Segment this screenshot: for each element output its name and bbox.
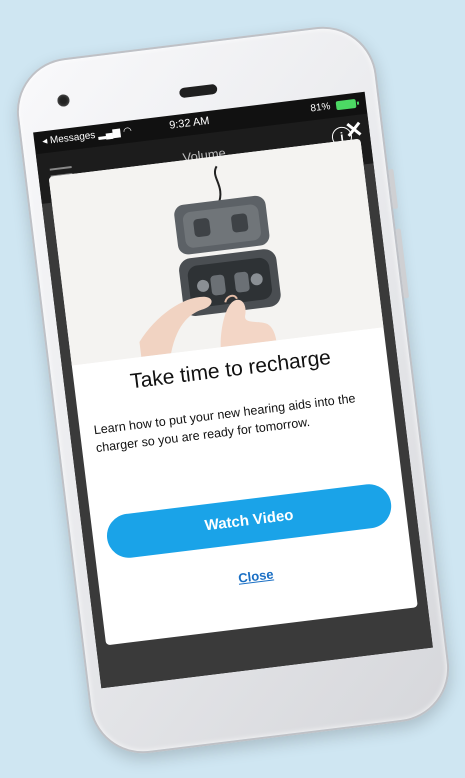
battery-icon: [335, 98, 357, 111]
modal-description: Learn how to put your new hearing aids i…: [93, 391, 357, 456]
signal-wifi-icon: ▂▄▆ ◠: [97, 125, 133, 141]
close-link[interactable]: Close: [99, 550, 412, 603]
recharge-modal: Take time to recharge Learn how to put y…: [48, 138, 418, 646]
status-time: 9:32 AM: [168, 114, 211, 132]
charger-illustration: [48, 138, 384, 366]
phone-device: ◂ Messages ▂▄▆ ◠ 9:32 AM 81% Volume i ✕: [10, 20, 456, 760]
status-battery: 81%: [310, 98, 357, 114]
watch-video-button[interactable]: Watch Video: [104, 481, 394, 561]
battery-percent: 81%: [309, 101, 332, 115]
phone-screen: ◂ Messages ▂▄▆ ◠ 9:32 AM 81% Volume i ✕: [33, 91, 433, 689]
charger-photo: [48, 138, 384, 366]
scene-background: ◂ Messages ▂▄▆ ◠ 9:32 AM 81% Volume i ✕: [0, 0, 465, 778]
status-back-label: ◂ Messages: [41, 129, 96, 148]
